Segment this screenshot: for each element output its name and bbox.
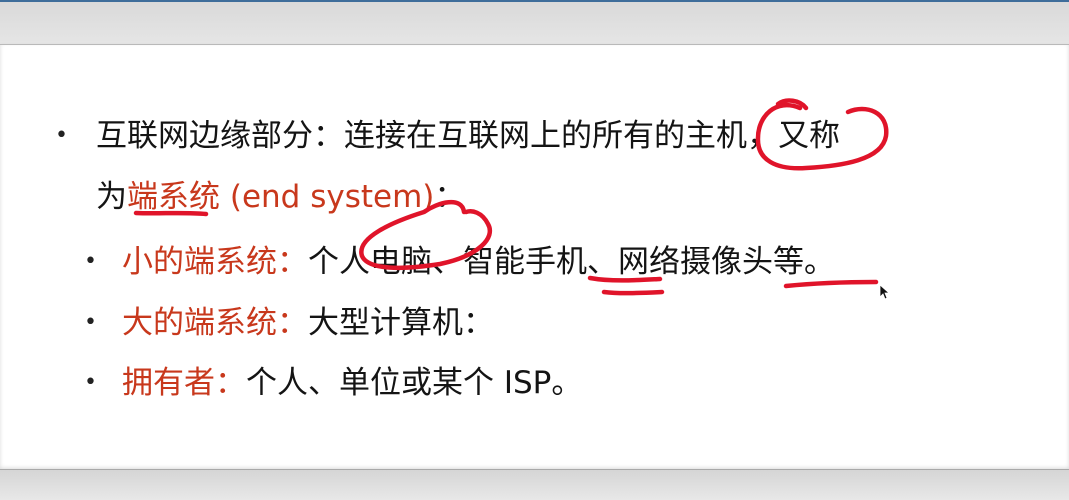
bullet-sub-1: •	[84, 249, 97, 274]
main-point-prefix: 为	[96, 179, 127, 215]
sub-point-owners: 拥有者：个人、单位或某个 ISP。	[122, 363, 582, 403]
sub-point-label: 大的端系统：	[122, 305, 308, 341]
main-point-text: 互联网边缘部分：连接在互联网上的所有的主机，又称	[96, 118, 840, 154]
bullet-sub-3: •	[84, 370, 97, 395]
sub-point-label: 小的端系统：	[122, 244, 308, 280]
main-point-line-1: 互联网边缘部分：连接在互联网上的所有的主机，又称	[96, 116, 840, 156]
end-system-term: 端系统 (end system)	[127, 179, 435, 215]
main-point-line-2: 为端系统 (end system)：	[96, 177, 465, 217]
sub-point-text: 大型计算机：	[308, 305, 494, 341]
sub-point-small-end-systems: 小的端系统：个人电脑、智能手机、网络摄像头等。	[122, 242, 835, 282]
sub-point-text: 个人电脑、智能手机、网络摄像头等。	[308, 244, 835, 280]
sub-point-label: 拥有者：	[122, 365, 246, 401]
mouse-pointer-icon	[879, 284, 891, 300]
bullet-main: •	[55, 123, 68, 148]
sub-point-text: 个人、单位或某个 ISP。	[246, 365, 583, 401]
bottom-status-band	[0, 469, 1069, 500]
top-toolbar-band	[0, 0, 1069, 46]
main-point-suffix: ：	[434, 179, 466, 215]
sub-point-large-end-systems: 大的端系统：大型计算机：	[122, 303, 494, 343]
bullet-sub-2: •	[84, 310, 97, 335]
